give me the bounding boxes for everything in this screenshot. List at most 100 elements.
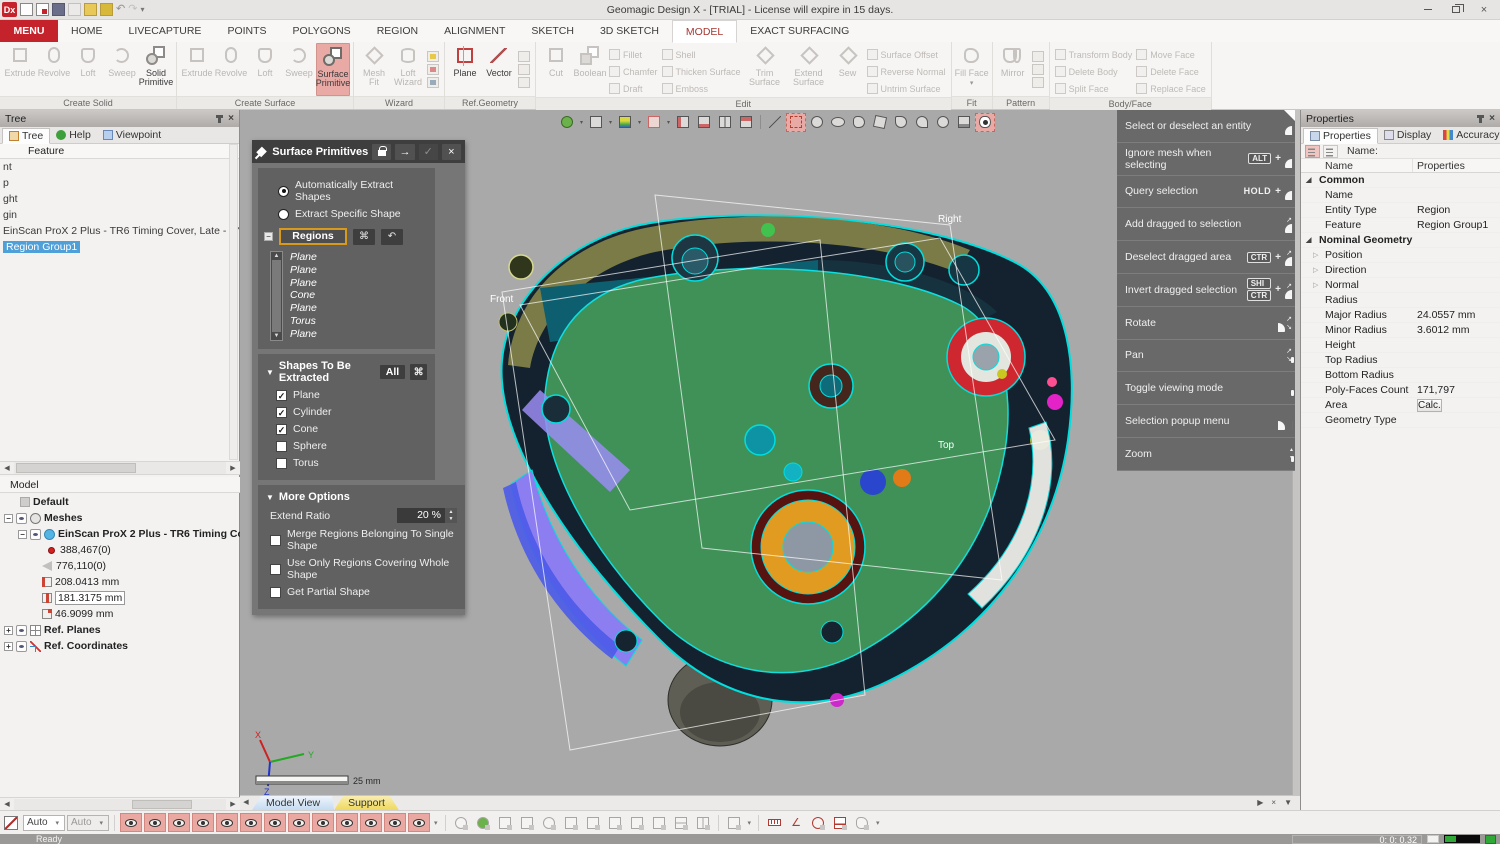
tree-horizontal-scrollbar[interactable]: ◀ ▶ bbox=[0, 461, 240, 475]
model-item-vertex-count[interactable]: 388,467(0) bbox=[0, 542, 240, 558]
loft-solid-button[interactable]: Loft bbox=[71, 43, 105, 96]
region-filter-icon[interactable]: ⌘ bbox=[353, 229, 375, 245]
calc-button[interactable]: Calc. bbox=[1417, 399, 1442, 412]
shapes-filter-icon[interactable]: ⌘ bbox=[410, 364, 427, 380]
tree-item[interactable]: ght bbox=[0, 191, 239, 207]
visibility-eye-icon[interactable] bbox=[16, 625, 27, 636]
region-list-item[interactable]: Plane bbox=[290, 251, 427, 264]
radio-unselected-icon[interactable] bbox=[278, 209, 289, 220]
measure-distance-icon[interactable] bbox=[764, 814, 784, 832]
tab-help[interactable]: Help bbox=[50, 127, 97, 143]
region-list-item[interactable]: Torus bbox=[290, 315, 427, 328]
thicken-surface-button[interactable]: Thicken Surface bbox=[660, 63, 743, 80]
tab-scroll-left-icon[interactable]: ◀ bbox=[240, 796, 252, 810]
pick-solid-body-icon[interactable] bbox=[605, 814, 625, 832]
split-view-icon[interactable] bbox=[715, 113, 735, 132]
circle-select-icon[interactable] bbox=[807, 113, 827, 132]
revolve-solid-button[interactable]: Revolve bbox=[37, 43, 71, 96]
property-group-common[interactable]: ◢Common bbox=[1301, 173, 1500, 188]
extend-surface-button[interactable]: Extend Surface bbox=[787, 43, 831, 97]
toggle-ref-plane-visibility-icon[interactable] bbox=[336, 813, 358, 832]
extrude-solid-button[interactable]: Extrude bbox=[3, 43, 37, 96]
loft-wizard-button[interactable]: Loft Wizard bbox=[391, 43, 425, 96]
exploded-view-icon[interactable] bbox=[736, 113, 756, 132]
pick-loop-icon[interactable] bbox=[539, 814, 559, 832]
mesh-deviation-icon[interactable] bbox=[852, 814, 872, 832]
split-face-button[interactable]: Split Face bbox=[1053, 80, 1135, 97]
tab-model-view[interactable]: Model View bbox=[252, 796, 334, 810]
untrim-surface-button[interactable]: Untrim Surface bbox=[865, 80, 948, 97]
tree-item[interactable]: gin bbox=[0, 207, 239, 223]
checkbox-sphere[interactable]: Sphere bbox=[276, 440, 427, 452]
measure-more-icon[interactable]: ▾ bbox=[876, 819, 880, 827]
collapse-icon[interactable]: − bbox=[4, 514, 13, 523]
tree-vertical-scrollbar[interactable] bbox=[229, 144, 238, 460]
chamfer-button[interactable]: Chamfer bbox=[607, 63, 660, 80]
paint-select-icon[interactable] bbox=[912, 113, 932, 132]
pick-region-icon[interactable] bbox=[473, 814, 493, 832]
toggle-point-cloud-visibility-icon[interactable] bbox=[144, 813, 166, 832]
expand-icon[interactable]: + bbox=[4, 626, 13, 635]
property-row-expandable[interactable]: ▷Direction bbox=[1301, 263, 1500, 278]
sweep-surface-button[interactable]: Sweep bbox=[282, 43, 316, 96]
toggle-ref-vector-visibility-icon[interactable] bbox=[312, 813, 334, 832]
visibility-eye-icon[interactable] bbox=[16, 641, 27, 652]
pick-edge-icon[interactable] bbox=[517, 814, 537, 832]
radio-selected-icon[interactable] bbox=[278, 186, 289, 197]
model-item-ref-coordinates[interactable]: +Ref. Coordinates bbox=[0, 638, 240, 654]
tab-support[interactable]: Support bbox=[334, 796, 399, 810]
polyline-select-icon[interactable] bbox=[891, 113, 911, 132]
loft-surface-button[interactable]: Loft bbox=[248, 43, 282, 96]
visibility-eye-icon[interactable] bbox=[30, 529, 41, 540]
pick-surface-body-icon[interactable] bbox=[583, 814, 603, 832]
close-icon[interactable]: × bbox=[228, 113, 234, 124]
tab-exact-surfacing[interactable]: EXACT SURFACING bbox=[737, 20, 862, 42]
pick-face-icon[interactable] bbox=[561, 814, 581, 832]
extend-ratio-stepper[interactable]: 20 % ▲▼ bbox=[397, 508, 457, 523]
ref-vector-button[interactable]: Vector bbox=[482, 43, 516, 96]
revolve-wizard-icon[interactable] bbox=[427, 64, 439, 75]
tab-region[interactable]: REGION bbox=[364, 20, 431, 42]
checkbox-torus[interactable]: Torus bbox=[276, 457, 427, 469]
pick-ref-geometry-icon[interactable] bbox=[649, 814, 669, 832]
region-color-dropdown-icon[interactable]: ▾ bbox=[636, 119, 643, 126]
mirror-button[interactable]: Mirror bbox=[996, 43, 1030, 96]
toggle-surface-body-visibility-icon[interactable] bbox=[192, 813, 214, 832]
sort-alphabetical-icon[interactable] bbox=[1323, 145, 1338, 158]
toggle-mesh-visibility-icon[interactable] bbox=[120, 813, 142, 832]
tab-viewpoint[interactable]: Viewpoint bbox=[97, 127, 167, 143]
sew-button[interactable]: Sew bbox=[831, 43, 865, 97]
model-item-face-count[interactable]: 776,110(0) bbox=[0, 558, 240, 574]
checkbox-cone[interactable]: ✓Cone bbox=[276, 423, 427, 435]
tab-accuracy-analyzer[interactable]: Accuracy Anal... bbox=[1437, 127, 1500, 143]
shading-mode-dropdown-icon[interactable]: ▾ bbox=[607, 119, 614, 126]
model-item-default[interactable]: Default bbox=[0, 494, 240, 510]
region-reset-icon[interactable]: ↶ bbox=[381, 229, 403, 245]
selection-target-combo[interactable]: Auto▾ bbox=[67, 815, 109, 831]
ref-plane-button[interactable]: Plane bbox=[448, 43, 482, 96]
body-transparency-icon[interactable] bbox=[644, 113, 664, 132]
region-color-mode-icon[interactable] bbox=[615, 113, 635, 132]
fillet-button[interactable]: Fillet bbox=[607, 46, 660, 63]
tree-item-mesh[interactable]: EinScan ProX 2 Plus - TR6 Timing Cover, … bbox=[0, 223, 239, 239]
tab-model[interactable]: MODEL bbox=[672, 20, 737, 43]
property-row-expandable[interactable]: ▷Normal bbox=[1301, 278, 1500, 293]
tree-item-region-group[interactable]: Region Group1 bbox=[0, 239, 239, 255]
tree-item[interactable]: nt bbox=[0, 159, 239, 175]
fill-face-dropdown-icon[interactable]: ▾ bbox=[970, 80, 974, 87]
delete-body-button[interactable]: Delete Body bbox=[1053, 63, 1135, 80]
select-mode-icon[interactable] bbox=[4, 816, 18, 830]
model-item-einscan-mesh[interactable]: −EinScan ProX 2 Plus - TR6 Timing Cover,… bbox=[0, 526, 240, 542]
tab-3d-sketch[interactable]: 3D SKETCH bbox=[587, 20, 672, 42]
surface-primitive-button[interactable]: Surface Primitive bbox=[316, 43, 350, 96]
transform-body-button[interactable]: Transform Body bbox=[1053, 46, 1135, 63]
toggle-3d-sketch-visibility-icon[interactable] bbox=[264, 813, 286, 832]
region-shape-list[interactable]: ▲▼ Plane Plane Plane Cone Plane Torus Pl… bbox=[270, 251, 427, 341]
dialog-next-stage-button[interactable]: → bbox=[395, 144, 414, 160]
toggle-measurement-visibility-icon[interactable] bbox=[408, 813, 430, 832]
revolve-surface-button[interactable]: Revolve bbox=[214, 43, 248, 96]
ref-point-icon[interactable] bbox=[518, 51, 530, 62]
ref-polyline-icon[interactable] bbox=[518, 64, 530, 75]
dialog-lock-button[interactable] bbox=[372, 144, 391, 160]
section-left-icon[interactable] bbox=[673, 113, 693, 132]
